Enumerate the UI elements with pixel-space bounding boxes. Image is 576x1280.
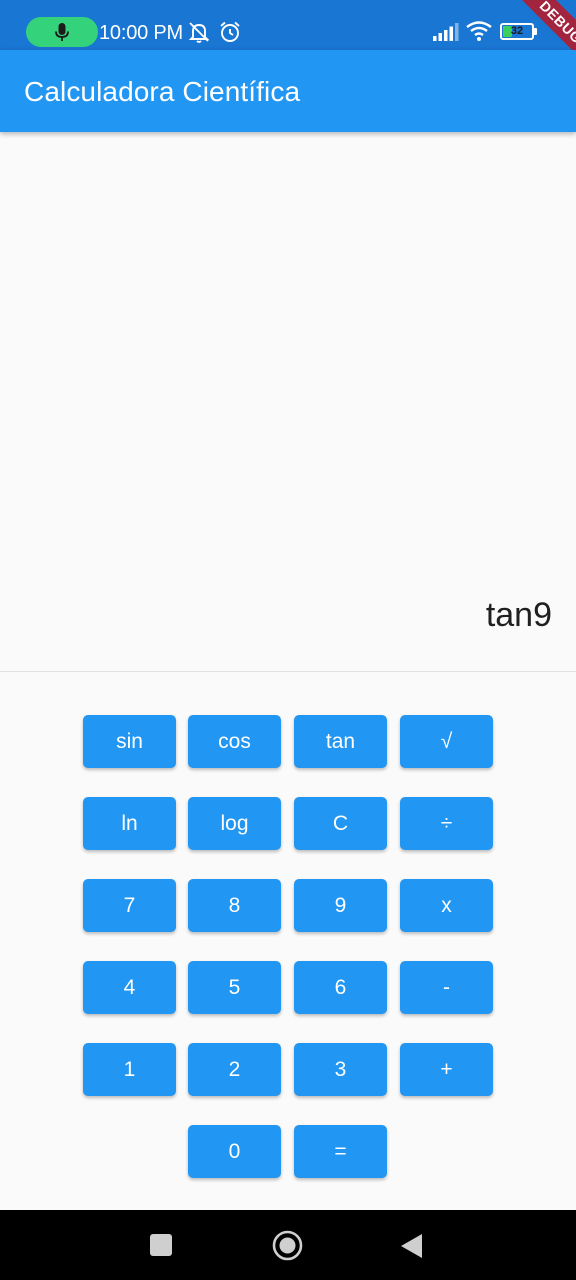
back-button[interactable]	[400, 1233, 424, 1259]
ln-button[interactable]: ln	[83, 797, 176, 850]
cos-button[interactable]: cos	[188, 715, 281, 768]
recents-button[interactable]	[150, 1234, 172, 1256]
mic-icon	[55, 23, 69, 41]
signal-icon	[433, 23, 459, 41]
battery-tip	[534, 28, 537, 35]
mic-indicator[interactable]	[26, 17, 98, 47]
digit-4-button[interactable]: 4	[83, 961, 176, 1014]
status-bar: 10:00 PM 32 DEBUG	[0, 0, 576, 50]
battery-icon: 32	[500, 23, 534, 40]
expression-text: tan9	[485, 596, 552, 634]
recents-icon	[150, 1234, 172, 1256]
multiply-button[interactable]: x	[400, 879, 493, 932]
digit-2-button[interactable]: 2	[188, 1043, 281, 1096]
home-button[interactable]	[272, 1230, 303, 1261]
sqrt-button[interactable]: √	[400, 715, 493, 768]
digit-7-button[interactable]: 7	[83, 879, 176, 932]
notifications-muted-icon	[188, 22, 210, 43]
calculator-display: tan9	[0, 132, 576, 671]
status-time: 10:00 PM	[99, 22, 184, 44]
alarm-icon	[220, 21, 240, 42]
divide-button[interactable]: ÷	[400, 797, 493, 850]
app-title: Calculadora Científica	[24, 76, 301, 107]
digit-1-button[interactable]: 1	[83, 1043, 176, 1096]
digit-6-button[interactable]: 6	[294, 961, 387, 1014]
navigation-bar	[0, 1210, 576, 1280]
home-icon	[272, 1230, 303, 1261]
app-bar: Calculadora Científica	[0, 50, 576, 132]
subtract-button[interactable]: -	[400, 961, 493, 1014]
battery-level: 32	[510, 25, 524, 37]
equals-button[interactable]: =	[294, 1125, 387, 1178]
clear-button[interactable]: C	[294, 797, 387, 850]
back-icon	[401, 1234, 422, 1258]
digit-9-button[interactable]: 9	[294, 879, 387, 932]
sin-button[interactable]: sin	[83, 715, 176, 768]
log-button[interactable]: log	[188, 797, 281, 850]
digit-0-button[interactable]: 0	[188, 1125, 281, 1178]
digit-8-button[interactable]: 8	[188, 879, 281, 932]
digit-3-button[interactable]: 3	[294, 1043, 387, 1096]
tan-button[interactable]: tan	[294, 715, 387, 768]
wifi-icon	[466, 21, 492, 41]
keypad: sin cos tan √ ln log C ÷ 7 8 9 x 4 5 6 -…	[0, 672, 576, 1210]
add-button[interactable]: +	[400, 1043, 493, 1096]
digit-5-button[interactable]: 5	[188, 961, 281, 1014]
